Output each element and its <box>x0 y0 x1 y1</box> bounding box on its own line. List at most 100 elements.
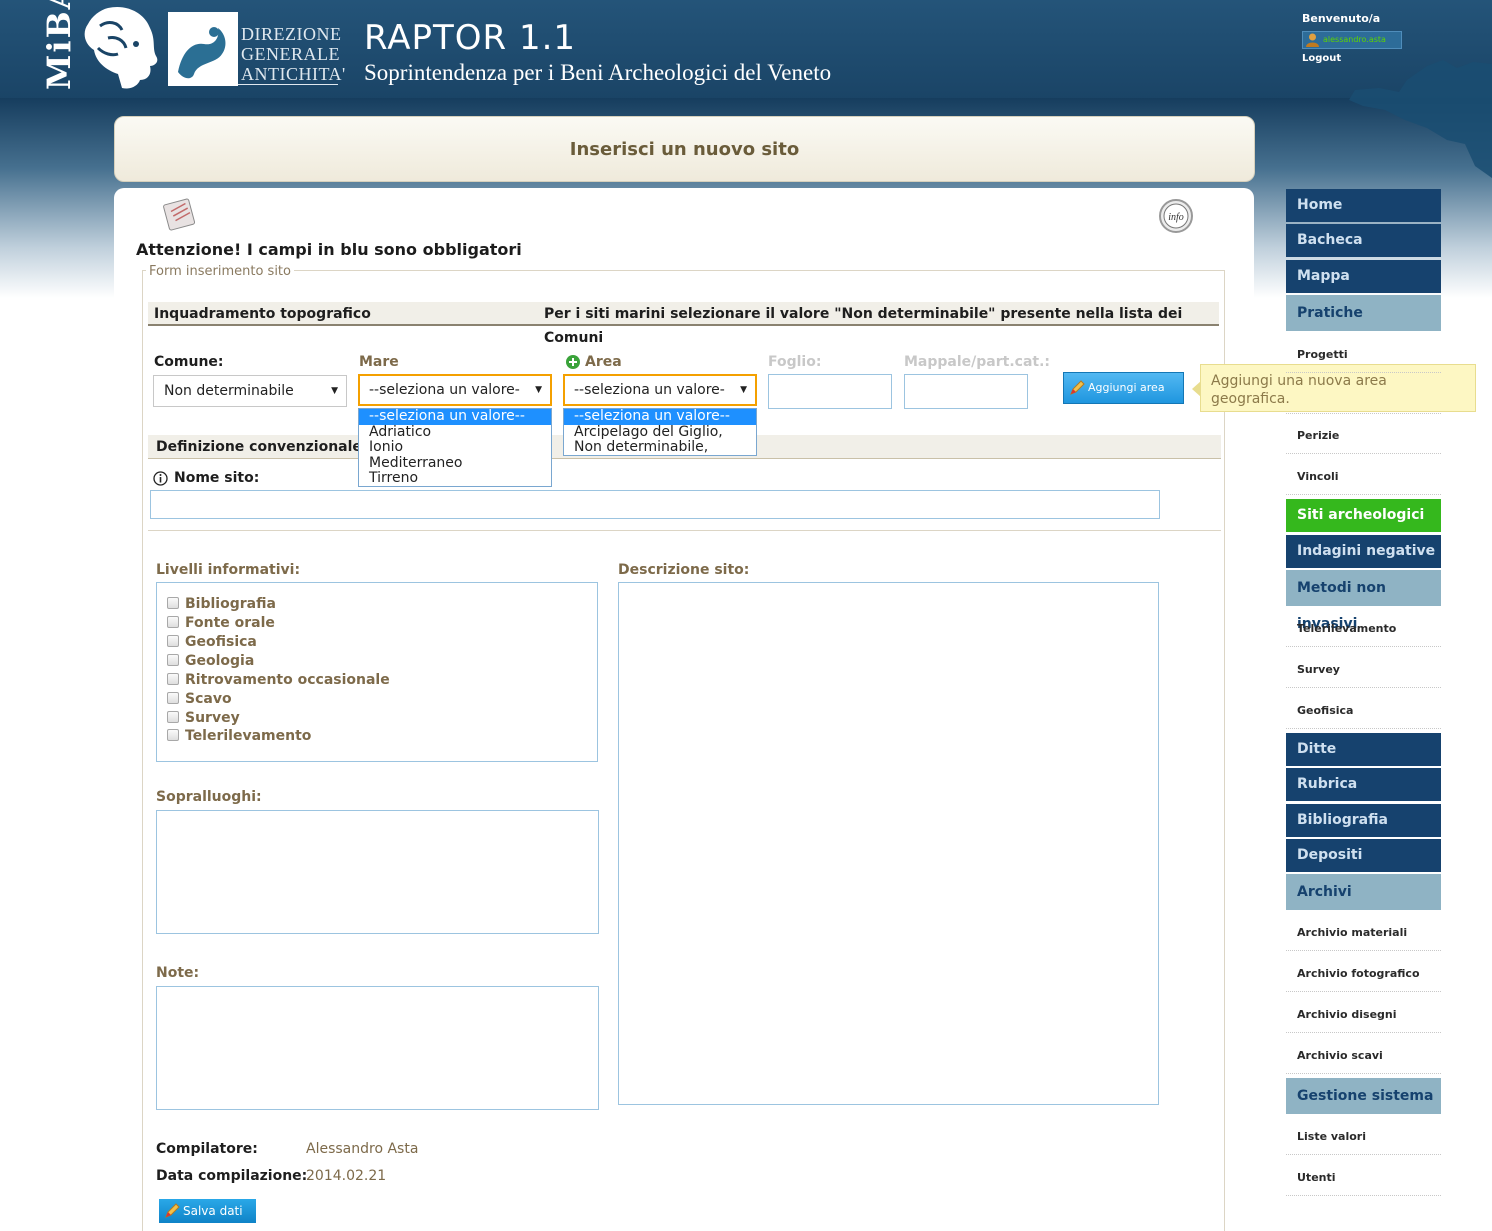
menu-progetti[interactable]: Progetti <box>1286 337 1441 373</box>
area-option[interactable]: --seleziona un valore-- <box>564 408 756 425</box>
foglio-input[interactable] <box>768 374 892 409</box>
info-icon[interactable]: info <box>1158 198 1194 234</box>
form-legend: Form inserimento sito <box>146 264 294 279</box>
section-topografico: Inquadramento topografico Per i siti mar… <box>148 302 1219 346</box>
livelli-label: Livelli informativi: <box>156 562 301 578</box>
pencil-icon <box>1070 380 1085 395</box>
dg-logo-box <box>168 12 238 86</box>
menu-archivio-scavi[interactable]: Archivio scavi <box>1286 1038 1441 1074</box>
checkbox[interactable] <box>167 635 179 647</box>
mare-option[interactable]: Tirreno <box>359 470 551 487</box>
note-textarea[interactable] <box>156 986 599 1110</box>
menu-archivio-fotografico[interactable]: Archivio fotografico <box>1286 956 1441 992</box>
sopralluoghi-label: Sopralluoghi: <box>156 789 262 805</box>
descrizione-textarea[interactable] <box>618 582 1159 1105</box>
checkbox-fonte-orale[interactable]: Fonte orale <box>167 615 275 631</box>
menu-siti-archeologici[interactable]: Siti archeologici <box>1286 499 1441 532</box>
menu-liste-valori[interactable]: Liste valori <box>1286 1119 1441 1155</box>
note-label: Note: <box>156 965 200 981</box>
menu-gestione-sistema[interactable]: Gestione sistema <box>1286 1078 1441 1114</box>
descrizione-label: Descrizione sito: <box>618 562 750 578</box>
save-button[interactable]: Salva dati <box>159 1199 256 1223</box>
nome-sito-input[interactable] <box>150 490 1160 519</box>
dg-logo-text: DIREZIONE GENERALE ANTICHITA' <box>241 24 346 84</box>
menu-mappa[interactable]: Mappa <box>1286 260 1441 293</box>
checkbox-geofisica[interactable]: Geofisica <box>167 634 257 650</box>
menu-indagini-negative[interactable]: Indagini negative <box>1286 535 1441 568</box>
area-dropdown[interactable]: --seleziona un valore-- Arcipelago del G… <box>563 408 757 456</box>
menu-rubrica[interactable]: Rubrica <box>1286 768 1441 801</box>
checkbox-geologia[interactable]: Geologia <box>167 653 254 669</box>
checkbox[interactable] <box>167 597 179 609</box>
region-map-shape <box>1349 60 1492 178</box>
svg-text:info: info <box>1168 212 1184 223</box>
chevron-down-icon: ▼ <box>535 385 542 395</box>
checkbox-survey[interactable]: Survey <box>167 710 240 726</box>
menu-bibliografia[interactable]: Bibliografia <box>1286 804 1441 837</box>
menu-perizie[interactable]: Perizie <box>1286 418 1441 454</box>
mare-option[interactable]: Adriatico <box>359 424 551 441</box>
data-label: Data compilazione: <box>156 1168 308 1184</box>
area-select[interactable]: --seleziona un valore- ▼ <box>563 374 757 406</box>
checkbox[interactable] <box>167 692 179 704</box>
menu-metodi-non-invasivi[interactable]: Metodi non invasivi <box>1286 570 1441 632</box>
area-option[interactable]: Arcipelago del Giglio, <box>564 424 756 441</box>
notepad-icon <box>163 198 196 231</box>
app-subtitle: Soprintendenza per i Beni Archeologici d… <box>364 60 832 85</box>
area-option[interactable]: Non determinabile, <box>564 439 756 456</box>
add-area-button[interactable]: Aggiungi area <box>1063 372 1184 404</box>
checkbox[interactable] <box>167 673 179 685</box>
mappale-input[interactable] <box>904 374 1028 409</box>
mappale-label: Mappale/part.cat.: <box>904 354 1051 370</box>
menu-archivio-materiali[interactable]: Archivio materiali <box>1286 915 1441 951</box>
menu-archivio-disegni[interactable]: Archivio disegni <box>1286 997 1441 1033</box>
comune-label: Comune: <box>154 354 224 370</box>
mare-option[interactable]: Mediterraneo <box>359 455 551 472</box>
menu-pratiche[interactable]: Pratiche <box>1286 295 1441 331</box>
menu-blank-item <box>1286 374 1441 414</box>
checkbox-scavo[interactable]: Scavo <box>167 691 232 707</box>
menu-telerilevamento[interactable]: Telerilevamento <box>1286 611 1441 647</box>
user-icon <box>1306 33 1319 47</box>
checkbox[interactable] <box>167 654 179 666</box>
info-circle-icon <box>153 471 168 486</box>
checkbox[interactable] <box>167 711 179 723</box>
menu-depositi[interactable]: Depositi <box>1286 839 1441 872</box>
mare-dropdown[interactable]: --seleziona un valore-- Adriatico Ionio … <box>358 408 552 487</box>
mibac-logo: MiBAC <box>40 0 78 90</box>
topo-note: Per i siti marini selezionare il valore … <box>544 306 1183 346</box>
checkbox-telerilevamento[interactable]: Telerilevamento <box>167 728 311 744</box>
form-divider <box>148 530 1221 531</box>
menu-archivi[interactable]: Archivi <box>1286 874 1441 910</box>
welcome-text: Benvenuto/a <box>1302 12 1381 25</box>
add-circle-icon[interactable] <box>566 355 580 369</box>
app-title: RAPTOR 1.1 <box>364 18 577 58</box>
pencil-icon <box>165 1203 180 1218</box>
chevron-down-icon: ▼ <box>331 386 338 396</box>
mare-option[interactable]: --seleziona un valore-- <box>359 408 551 425</box>
sopralluoghi-textarea[interactable] <box>156 810 599 934</box>
checkbox-bibliografia[interactable]: Bibliografia <box>167 596 276 612</box>
checkbox[interactable] <box>167 729 179 741</box>
mare-select[interactable]: --seleziona un valore- ▼ <box>358 374 552 406</box>
menu-ditte[interactable]: Ditte <box>1286 733 1441 766</box>
menu-bacheca[interactable]: Bacheca <box>1286 224 1441 257</box>
chevron-down-icon: ▼ <box>740 385 747 395</box>
menu-utenti[interactable]: Utenti <box>1286 1160 1441 1196</box>
dg-logo-underline <box>238 84 338 85</box>
statue-head-icon <box>84 6 158 89</box>
menu-geofisica[interactable]: Geofisica <box>1286 693 1441 729</box>
compilatore-label: Compilatore: <box>156 1141 258 1157</box>
warning-text: Attenzione! I campi in blu sono obbligat… <box>136 240 522 259</box>
mare-label: Mare <box>359 354 399 370</box>
page-title: Inserisci un nuovo sito <box>114 116 1255 182</box>
comune-select[interactable]: Non determinabile ▼ <box>153 375 347 407</box>
menu-survey[interactable]: Survey <box>1286 652 1441 688</box>
mare-option[interactable]: Ionio <box>359 439 551 456</box>
menu-vincoli[interactable]: Vincoli <box>1286 459 1441 495</box>
area-label: Area <box>585 354 622 370</box>
checkbox[interactable] <box>167 616 179 628</box>
dragon-icon <box>178 27 226 79</box>
checkbox-ritrovamento[interactable]: Ritrovamento occasionale <box>167 672 390 688</box>
menu-home[interactable]: Home <box>1286 189 1441 222</box>
